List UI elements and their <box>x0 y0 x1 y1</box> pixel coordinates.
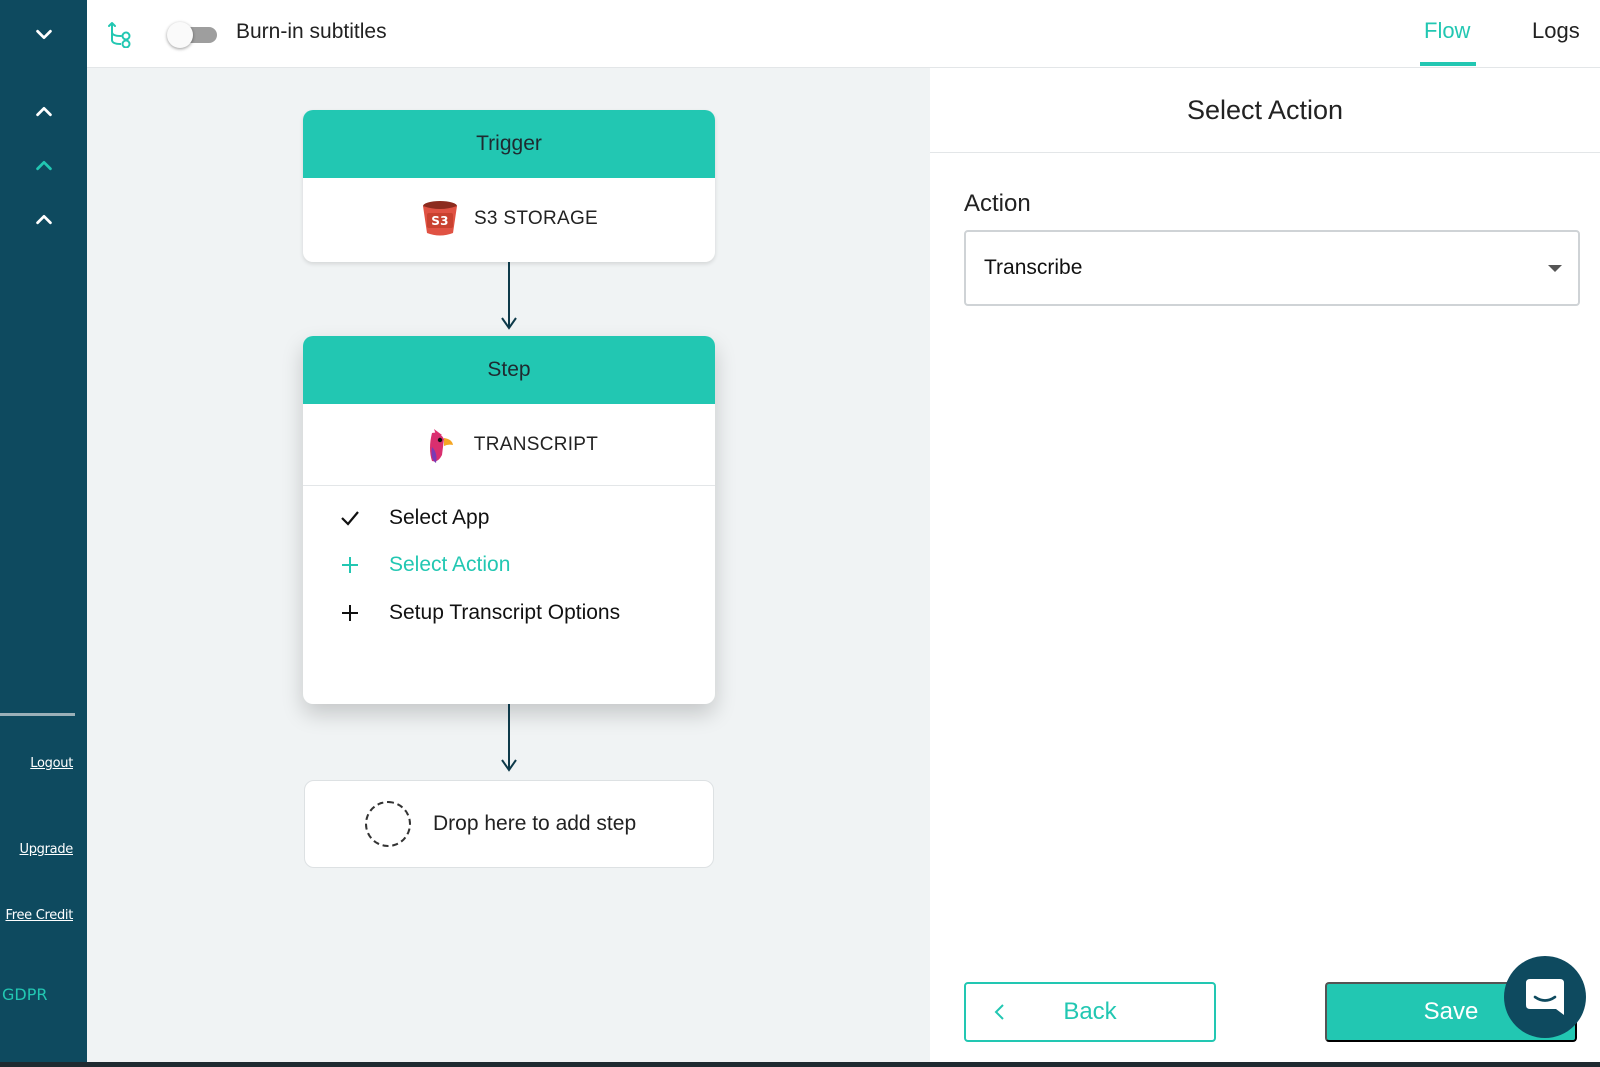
top-bar: Burn-in subtitles Flow Logs <box>87 0 1600 68</box>
trigger-card-title: Trigger <box>303 110 715 178</box>
substep-label: Select App <box>389 506 490 529</box>
sidebar-chevron-up-icon[interactable] <box>0 92 87 132</box>
sidebar-divider <box>0 713 75 716</box>
substep-select-action[interactable]: Select Action <box>339 553 510 577</box>
active-tab-indicator <box>1420 62 1476 66</box>
chat-support-button[interactable] <box>1504 956 1586 1038</box>
tab-logs[interactable]: Logs <box>1532 18 1580 44</box>
back-button[interactable]: Back <box>964 982 1216 1042</box>
plus-icon <box>339 554 389 576</box>
upgrade-link[interactable]: Upgrade <box>20 842 74 857</box>
drop-zone[interactable]: Drop here to add step <box>304 780 714 868</box>
step-app: TRANSCRIPT <box>303 404 715 486</box>
panel-title: Select Action <box>930 68 1600 153</box>
step-card-title: Step <box>303 336 715 404</box>
substep-label: Setup Transcript Options <box>389 601 621 624</box>
save-button-label: Save <box>1423 998 1479 1025</box>
sidebar-chevron-up-icon[interactable] <box>0 200 87 240</box>
connector-arrow-icon <box>501 317 517 330</box>
collapse-chevron-down-icon[interactable] <box>0 14 87 54</box>
svg-text:S3: S3 <box>431 214 449 228</box>
back-button-label: Back <box>1063 998 1117 1025</box>
action-select[interactable]: Transcribe <box>964 230 1580 306</box>
trigger-app: S3 S3 STORAGE <box>303 178 715 260</box>
flow-branch-icon[interactable] <box>107 20 133 48</box>
action-panel: Select Action Action Transcribe Back Sav… <box>930 68 1600 1062</box>
trigger-app-name: S3 STORAGE <box>473 208 599 229</box>
sidebar-chevron-up-active-icon[interactable] <box>0 146 87 186</box>
step-card[interactable]: Step TRANSCRIPT Select App Select Action <box>303 336 715 704</box>
caret-down-icon <box>1548 265 1562 272</box>
burn-in-subtitles-label: Burn-in subtitles <box>236 20 387 43</box>
drop-zone-label: Drop here to add step <box>433 812 637 835</box>
toggle-knob <box>167 22 193 48</box>
parrot-icon <box>429 428 453 463</box>
substep-label: Select Action <box>389 553 511 576</box>
substep-select-app[interactable]: Select App <box>339 506 489 530</box>
s3-bucket-icon: S3 <box>422 201 457 236</box>
action-field-label: Action <box>964 190 1031 217</box>
burn-in-subtitles-toggle[interactable] <box>167 22 219 48</box>
tab-flow[interactable]: Flow <box>1424 18 1470 44</box>
action-select-value: Transcribe <box>984 256 1083 279</box>
flow-canvas: Trigger S3 S3 STORAGE Step TRANSCRIPT Se… <box>87 68 930 1062</box>
connector-arrow-icon <box>501 759 517 772</box>
plus-icon <box>339 602 389 624</box>
chevron-left-icon <box>994 1004 1004 1020</box>
substep-setup-transcript-options[interactable]: Setup Transcript Options <box>339 601 620 625</box>
dashed-circle-icon <box>365 801 411 847</box>
free-credit-link[interactable]: Free Credit <box>5 908 73 923</box>
chat-icon <box>1526 979 1564 1015</box>
gdpr-link[interactable]: GDPR <box>2 985 47 1004</box>
sidebar: Logout Upgrade Free Credit GDPR <box>0 0 87 1062</box>
logout-link[interactable]: Logout <box>30 756 73 771</box>
trigger-card[interactable]: Trigger S3 S3 STORAGE <box>303 110 715 262</box>
checkmark-icon <box>339 507 389 529</box>
step-app-name: TRANSCRIPT <box>473 433 599 455</box>
